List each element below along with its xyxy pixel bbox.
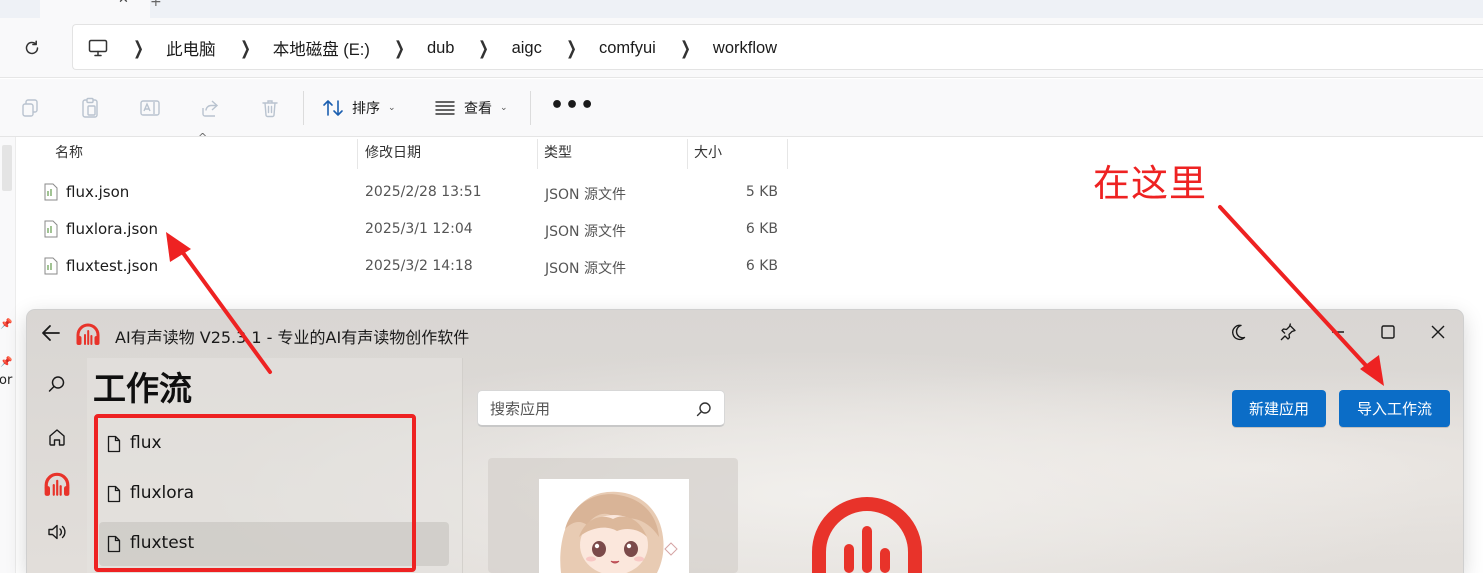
speaker-icon[interactable] xyxy=(41,516,73,548)
address-bar[interactable]: ❯ 此电脑 ❯ 本地磁盘 (E:) ❯ dub ❯ aigc ❯ comfyui… xyxy=(72,24,1483,70)
card-thumbnail xyxy=(539,479,689,573)
annotation-highlight-box xyxy=(94,414,416,572)
tab-close-icon[interactable]: ✕ xyxy=(118,0,129,7)
column-divider[interactable] xyxy=(357,139,358,169)
file-name: fluxlora.json xyxy=(66,220,158,238)
headphones-logo-icon xyxy=(812,497,922,573)
moon-icon[interactable] xyxy=(1220,316,1256,348)
file-size: 6 KB xyxy=(745,221,778,237)
refresh-icon xyxy=(25,40,39,55)
more-options-icon[interactable]: ••• xyxy=(550,93,595,119)
chevron-down-icon: ⌄ xyxy=(388,103,396,113)
close-icon[interactable] xyxy=(1420,316,1456,348)
explorer-command-bar: 排序 ⌄ 查看 ⌄ ••• xyxy=(0,79,1483,137)
column-header-size[interactable]: 大小 xyxy=(694,143,722,171)
search-app-box[interactable] xyxy=(477,390,725,427)
chevron-right-icon: ❯ xyxy=(566,37,577,59)
toolbar-divider xyxy=(530,91,531,125)
chevron-right-icon: ❯ xyxy=(133,37,144,59)
rename-icon[interactable] xyxy=(137,95,163,121)
pin-icon: 📌 xyxy=(0,319,13,330)
new-tab-icon[interactable]: + xyxy=(150,0,162,10)
back-button[interactable] xyxy=(37,319,65,347)
json-file-icon xyxy=(44,220,58,238)
window-title: AI有声读物 V25.3.1 - 专业的AI有声读物创作软件 xyxy=(115,328,470,347)
file-type: JSON 源文件 xyxy=(545,187,626,203)
sort-label: 排序 xyxy=(352,101,380,117)
page-title: 工作流 xyxy=(93,369,192,408)
explorer-tab[interactable] xyxy=(40,0,150,18)
chevron-down-icon: ⌄ xyxy=(500,103,508,113)
view-label: 查看 xyxy=(464,101,492,117)
home-icon[interactable] xyxy=(41,421,73,453)
pin-icon[interactable] xyxy=(1270,316,1306,348)
breadcrumb: ❯ 此电脑 ❯ 本地磁盘 (E:) ❯ dub ❯ aigc ❯ comfyui… xyxy=(87,25,799,71)
json-file-icon xyxy=(44,257,58,275)
chevron-right-icon: ❯ xyxy=(680,37,691,59)
search-icon[interactable] xyxy=(41,368,73,400)
import-workflow-button[interactable]: 导入工作流 xyxy=(1339,390,1450,427)
title-bar[interactable]: AI有声读物 V25.3.1 - 专业的AI有声读物创作软件 xyxy=(27,310,1463,358)
file-modified: 2025/3/1 12:04 xyxy=(365,221,473,237)
maximize-icon[interactable] xyxy=(1370,316,1406,348)
arrow-left-icon xyxy=(42,325,60,341)
file-modified: 2025/3/2 14:18 xyxy=(365,258,473,274)
refresh-button[interactable] xyxy=(14,32,50,64)
view-list-icon xyxy=(435,101,455,115)
sort-button[interactable]: 排序 ⌄ xyxy=(322,93,396,123)
column-divider[interactable] xyxy=(787,139,788,169)
explorer-address-row: ❯ 此电脑 ❯ 本地磁盘 (E:) ❯ dub ❯ aigc ❯ comfyui… xyxy=(0,18,1483,78)
file-row[interactable]: fluxtest.json 2025/3/2 14:18 JSON 源文件 6 … xyxy=(36,249,796,285)
chevron-right-icon: ❯ xyxy=(478,37,490,59)
file-row[interactable]: flux.json 2025/2/28 13:51 JSON 源文件 5 KB xyxy=(36,175,796,211)
computer-icon[interactable] xyxy=(87,37,109,59)
app-card[interactable] xyxy=(488,458,738,573)
explorer-tab-strip: ✕ + xyxy=(0,0,1483,18)
desktop: ✕ + ❯ 此电脑 ❯ 本地磁盘 (E:) ❯ dub ❯ aigc ❯ com… xyxy=(0,0,1483,573)
annotation-label: 在这里 xyxy=(1093,162,1207,205)
breadcrumb-comfyui[interactable]: comfyui xyxy=(599,39,656,58)
breadcrumb-aigc[interactable]: aigc xyxy=(512,39,542,58)
file-row[interactable]: fluxlora.json 2025/3/1 12:04 JSON 源文件 6 … xyxy=(36,212,796,248)
toolbar-divider xyxy=(303,91,304,125)
new-app-button[interactable]: 新建应用 xyxy=(1232,390,1326,427)
json-file-icon xyxy=(44,183,58,201)
headphones-logo-icon xyxy=(76,323,100,345)
nav-scrollbar[interactable] xyxy=(2,145,12,191)
breadcrumb-workflow[interactable]: workflow xyxy=(713,39,777,58)
chevron-right-icon: ❯ xyxy=(239,37,251,59)
app-sidebar xyxy=(27,358,87,573)
anime-character-image xyxy=(539,479,689,573)
breadcrumb-local-disk[interactable]: 本地磁盘 (E:) xyxy=(273,36,370,60)
file-size: 5 KB xyxy=(745,184,778,200)
explorer-nav-pane: or 📌 📌 xyxy=(0,137,16,573)
delete-icon[interactable] xyxy=(257,95,283,121)
file-modified: 2025/2/28 13:51 xyxy=(365,184,482,200)
pin-icon: 📌 xyxy=(0,357,13,368)
breadcrumb-this-pc[interactable]: 此电脑 xyxy=(166,36,216,60)
file-type: JSON 源文件 xyxy=(545,224,626,240)
column-divider[interactable] xyxy=(537,139,538,169)
headphones-logo-icon[interactable] xyxy=(41,468,73,500)
chevron-right-icon: ❯ xyxy=(394,37,405,59)
copy-icon[interactable] xyxy=(17,95,43,121)
column-divider[interactable] xyxy=(687,139,688,169)
sort-icon xyxy=(323,100,343,116)
file-name: fluxtest.json xyxy=(66,257,159,275)
file-size: 6 KB xyxy=(745,258,778,274)
paste-icon[interactable] xyxy=(77,95,103,121)
file-name: flux.json xyxy=(66,183,130,201)
column-header-modified[interactable]: 修改日期 xyxy=(365,143,421,171)
view-button[interactable]: 查看 ⌄ xyxy=(434,93,508,123)
column-header-type[interactable]: 类型 xyxy=(544,143,572,171)
search-input[interactable] xyxy=(490,398,690,420)
search-icon[interactable] xyxy=(696,401,712,417)
share-icon[interactable] xyxy=(197,95,223,121)
column-header-name[interactable]: 名称 xyxy=(55,143,83,171)
sort-ascending-icon: ^ xyxy=(198,131,208,144)
file-type: JSON 源文件 xyxy=(545,261,626,277)
nav-item-fragment[interactable]: or xyxy=(0,373,12,388)
breadcrumb-dub[interactable]: dub xyxy=(427,39,455,58)
minimize-icon[interactable] xyxy=(1320,316,1356,348)
